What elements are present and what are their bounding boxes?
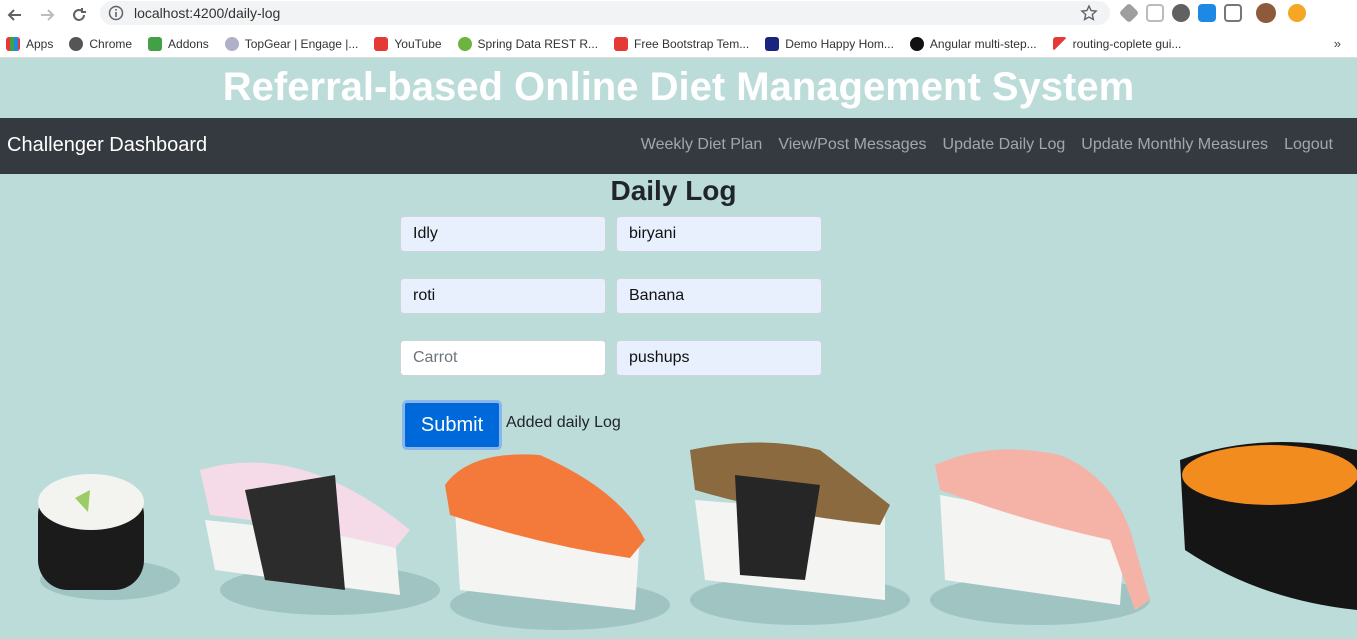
more-bookmarks-icon[interactable]: »: [1334, 36, 1341, 51]
site-title: Referral-based Online Diet Management Sy…: [222, 65, 1135, 109]
nav-logout[interactable]: Logout: [1284, 136, 1333, 154]
bookmark-addons[interactable]: Addons: [148, 36, 209, 51]
reload-icon[interactable]: [68, 4, 90, 26]
shrimp-nigiri-image: [930, 449, 1150, 625]
bookmark-topgear[interactable]: TopGear | Engage |...: [224, 36, 358, 51]
bookmark-spring[interactable]: Spring Data REST R...: [457, 36, 598, 51]
bookmark-apps[interactable]: Apps: [6, 36, 53, 51]
globe-icon: [69, 36, 84, 51]
w3-icon: [765, 36, 780, 51]
form-title: Daily Log: [610, 175, 737, 206]
navbar: Challenger Dashboard Weekly Diet Plan Vi…: [0, 118, 1357, 174]
daily-log-field-5[interactable]: [400, 340, 606, 376]
forward-icon[interactable]: [36, 4, 58, 26]
info-icon[interactable]: [108, 5, 124, 21]
pocket-extension-icon[interactable]: [1146, 4, 1164, 22]
bookmark-youtube[interactable]: YouTube: [374, 36, 442, 51]
nav-weekly-diet-plan[interactable]: Weekly Diet Plan: [641, 136, 763, 154]
back-icon[interactable]: [4, 4, 26, 26]
circle-extension-icon[interactable]: [1172, 4, 1190, 22]
bookmarks-bar: Apps Chrome Addons TopGear | Engage |...…: [0, 30, 1357, 58]
browser-toolbar: localhost:4200/daily-log: [0, 0, 1357, 30]
cube-extension-icon[interactable]: [1118, 2, 1140, 24]
trello-extension-icon[interactable]: [1198, 4, 1216, 22]
navbar-brand[interactable]: Challenger Dashboard: [7, 134, 207, 157]
bookmark-w3[interactable]: Demo Happy Hom...: [765, 36, 894, 51]
daily-log-field-4[interactable]: [616, 278, 822, 314]
topgear-icon: [224, 36, 239, 51]
sushi-illustration: [38, 442, 1357, 630]
code-extension-icon[interactable]: [1224, 4, 1242, 22]
g-logo-icon: [909, 36, 924, 51]
bookmark-routing[interactable]: routing-coplete gui...: [1052, 36, 1181, 51]
url-text[interactable]: localhost:4200/daily-log: [134, 5, 280, 21]
address-bar[interactable]: localhost:4200/daily-log: [100, 1, 1110, 25]
s-logo-icon: [614, 36, 629, 51]
spring-leaf-icon: [457, 36, 472, 51]
nav-links: Weekly Diet Plan View/Post Messages Upda…: [641, 136, 1333, 154]
update-icon[interactable]: [1288, 4, 1306, 22]
bookmark-star-icon[interactable]: [1080, 4, 1098, 22]
bookmark-bootstrap[interactable]: Free Bootstrap Tem...: [614, 36, 749, 51]
nav-update-monthly-measures[interactable]: Update Monthly Measures: [1081, 136, 1268, 154]
profile-avatar[interactable]: [1256, 3, 1276, 23]
bookmark-angular[interactable]: Angular multi-step...: [909, 36, 1037, 51]
nav-update-daily-log[interactable]: Update Daily Log: [943, 136, 1066, 154]
youtube-icon: [374, 36, 389, 51]
nav-view-post-messages[interactable]: View/Post Messages: [778, 136, 926, 154]
bookmark-chrome[interactable]: Chrome: [69, 36, 132, 51]
salmon-nigiri-image: [445, 454, 670, 630]
ikura-gunkan-image: [1180, 442, 1357, 610]
daily-log-field-2[interactable]: [616, 216, 822, 252]
apps-grid-icon: [6, 36, 20, 51]
daily-log-field-3[interactable]: [400, 278, 606, 314]
puzzle-icon: [148, 36, 163, 51]
squid-nigiri-image: [200, 462, 440, 615]
eel-nigiri-image: [690, 442, 910, 625]
routing-icon: [1052, 36, 1067, 51]
daily-log-field-6[interactable]: [616, 340, 822, 376]
daily-log-field-1[interactable]: [400, 216, 606, 252]
maki-roll-image: [38, 474, 180, 600]
extension-icons: [1118, 2, 1306, 24]
